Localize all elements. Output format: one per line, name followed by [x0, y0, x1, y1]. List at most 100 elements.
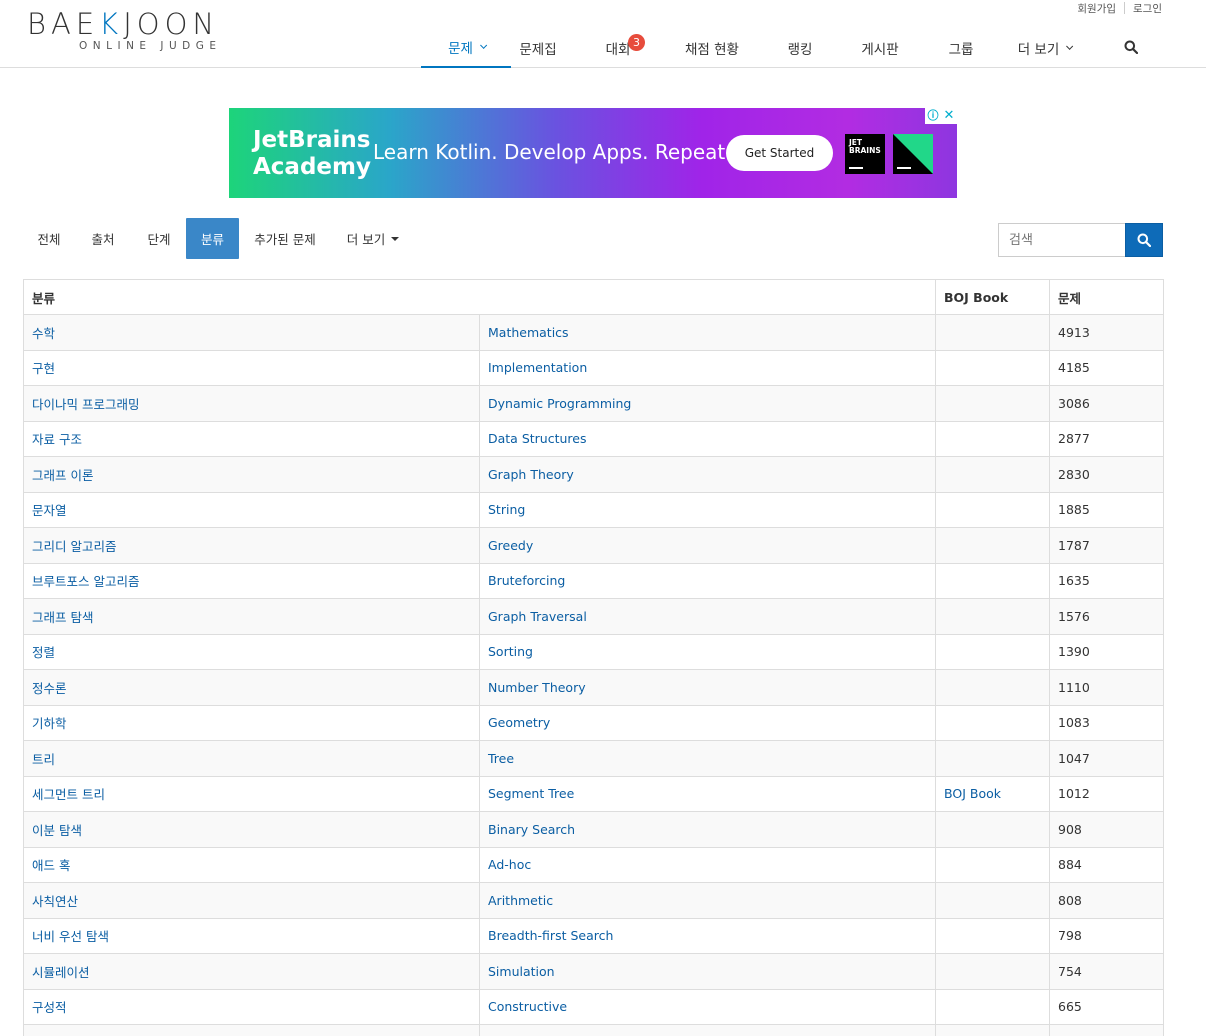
category-name-en[interactable]: Data Structures: [488, 431, 586, 446]
tab-all[interactable]: 전체: [24, 218, 74, 259]
problem-count: 1787: [1058, 537, 1090, 553]
header-boj-book: BOJ Book: [935, 279, 1051, 315]
tab-source[interactable]: 출처: [74, 218, 132, 259]
problem-count-cell: 1787: [1049, 527, 1165, 564]
category-name-ko[interactable]: 구성적: [32, 1000, 67, 1015]
category-name-en[interactable]: Graph Traversal: [488, 609, 587, 624]
category-name-en[interactable]: Number Theory: [488, 680, 586, 695]
ad-close-icon[interactable]: ✕: [941, 108, 957, 124]
ad-banner[interactable]: JetBrains Academy Learn Kotlin. Develop …: [229, 108, 957, 198]
category-name-ko[interactable]: 그래프 이론: [32, 468, 93, 483]
category-name-ko[interactable]: 애드 혹: [32, 858, 70, 873]
problem-count-cell: 1083: [1049, 704, 1165, 741]
category-name-ko-cell: 기하학: [23, 704, 480, 741]
boj-book-link[interactable]: BOJ Book: [944, 786, 1001, 801]
category-name-en[interactable]: String: [488, 502, 525, 517]
category-name-ko[interactable]: 정렬: [32, 645, 55, 660]
nav-item-more[interactable]: 더 보기: [1009, 28, 1079, 68]
category-name-ko-cell: 정수론: [23, 669, 480, 706]
category-name-ko[interactable]: 이분 탐색: [32, 823, 82, 838]
category-name-ko[interactable]: 수학: [32, 326, 55, 341]
category-name-en-cell: Geometry: [478, 704, 937, 741]
ad-info-icon[interactable]: ⓘ: [925, 108, 941, 124]
category-name-en[interactable]: Bruteforcing: [488, 573, 565, 588]
category-name-ko[interactable]: 다이나믹 프로그래밍: [32, 397, 139, 412]
category-name-en[interactable]: Greedy: [488, 538, 533, 553]
problem-count-cell: 2830: [1049, 456, 1165, 493]
category-name-en[interactable]: Mathematics: [488, 325, 569, 340]
problem-count-cell: 1885: [1049, 491, 1165, 528]
search-icon[interactable]: [1124, 40, 1138, 54]
category-name-en[interactable]: Tree: [488, 751, 514, 766]
tab-step[interactable]: 단계: [132, 218, 186, 259]
table-row: 그래프 이론 Graph Theory 2830: [23, 456, 1165, 493]
category-name-en[interactable]: Constructive: [488, 999, 567, 1014]
category-name-ko-cell: 구현: [23, 349, 480, 386]
tab-category[interactable]: 분류: [186, 218, 239, 259]
nav-item-board[interactable]: 게시판: [847, 28, 913, 68]
nav-item-problems[interactable]: 문제: [421, 28, 511, 68]
problem-count-cell: 1390: [1049, 633, 1165, 670]
problem-count: 665: [1058, 999, 1082, 1015]
category-name-en[interactable]: Breadth-first Search: [488, 928, 613, 943]
category-name-ko-cell: 다이나믹 프로그래밍: [23, 385, 480, 422]
category-name-ko[interactable]: 그래프 탐색: [32, 610, 93, 625]
table-row: 구현 Implementation 4185: [23, 349, 1165, 386]
category-name-ko[interactable]: 자료 구조: [32, 432, 82, 447]
category-name-ko[interactable]: 너비 우선 탐색: [32, 929, 109, 944]
category-name-ko[interactable]: 문자열: [32, 503, 67, 518]
category-name-en-cell: Breadth-first Search: [478, 917, 937, 954]
category-name-ko[interactable]: 기하학: [32, 716, 67, 731]
signup-link[interactable]: 회원가입: [1077, 1, 1116, 16]
category-name-ko[interactable]: 사칙연산: [32, 894, 78, 909]
category-name-ko[interactable]: 시뮬레이션: [32, 965, 90, 980]
category-name-ko-cell: 세그먼트 트리: [23, 775, 480, 812]
table-row: 정렬 Sorting 1390: [23, 633, 1165, 670]
problem-count-cell: 1047: [1049, 740, 1165, 777]
category-name-en[interactable]: Graph Theory: [488, 467, 574, 482]
category-name-en-cell: Implementation: [478, 349, 937, 386]
ad-tagline: Learn Kotlin. Develop Apps. Repeat.: [373, 140, 732, 164]
problem-count-cell: 1635: [1049, 562, 1165, 599]
category-name-ko-cell: 애드 혹: [23, 846, 480, 883]
category-name-en-cell: [478, 1024, 937, 1036]
category-name-en[interactable]: Simulation: [488, 964, 555, 979]
ad-get-started-button[interactable]: Get Started: [726, 135, 833, 171]
category-name-ko[interactable]: 구현: [32, 361, 55, 376]
category-name-ko-cell: 문자열: [23, 491, 480, 528]
table-row: 다이나믹 프로그래밍 Dynamic Programming 3086: [23, 385, 1165, 422]
search-icon: [1137, 233, 1151, 247]
tab-added-problems[interactable]: 추가된 문제: [239, 218, 331, 259]
category-name-en[interactable]: Dynamic Programming: [488, 396, 631, 411]
table-row: 세그먼트 트리 Segment Tree BOJ Book 1012: [23, 775, 1165, 812]
nav-item-group[interactable]: 그룹: [913, 28, 1009, 68]
problem-count-cell: 4913: [1049, 314, 1165, 351]
category-name-en[interactable]: Segment Tree: [488, 786, 574, 801]
category-name-en[interactable]: Sorting: [488, 644, 533, 659]
category-name-en-cell: Bruteforcing: [478, 562, 937, 599]
category-name-en[interactable]: Geometry: [488, 715, 550, 730]
table-row: 이분 탐색 Binary Search 908: [23, 811, 1165, 848]
nav-item-contest[interactable]: 대회 3: [565, 28, 671, 68]
category-name-ko[interactable]: 그리디 알고리즘: [32, 539, 116, 554]
category-name-en[interactable]: Ad-hoc: [488, 857, 531, 872]
category-name-en[interactable]: Binary Search: [488, 822, 575, 837]
category-name-en[interactable]: Implementation: [488, 360, 587, 375]
boj-book-link-cell: [935, 740, 1051, 777]
nav-item-ranking[interactable]: 랭킹: [753, 28, 847, 68]
nav-item-status[interactable]: 채점 현황: [671, 28, 753, 68]
search-button[interactable]: [1125, 223, 1163, 257]
login-link[interactable]: 로그인: [1133, 1, 1162, 16]
category-name-ko[interactable]: 브루트포스 알고리즘: [32, 574, 139, 589]
logo[interactable]: BAEKJOON ONLINE JUDGE: [27, 9, 272, 55]
problem-count: 808: [1058, 892, 1082, 908]
category-name-en[interactable]: Arithmetic: [488, 893, 553, 908]
category-name-ko[interactable]: 세그먼트 트리: [32, 787, 105, 802]
nav-item-workbook[interactable]: 문제집: [511, 28, 565, 68]
tab-more[interactable]: 더 보기: [331, 218, 415, 259]
problem-count: 908: [1058, 821, 1082, 837]
search-input[interactable]: [998, 223, 1126, 257]
category-name-ko-cell: 자료 구조: [23, 420, 480, 457]
category-name-ko[interactable]: 트리: [32, 752, 55, 767]
category-name-ko[interactable]: 정수론: [32, 681, 67, 696]
